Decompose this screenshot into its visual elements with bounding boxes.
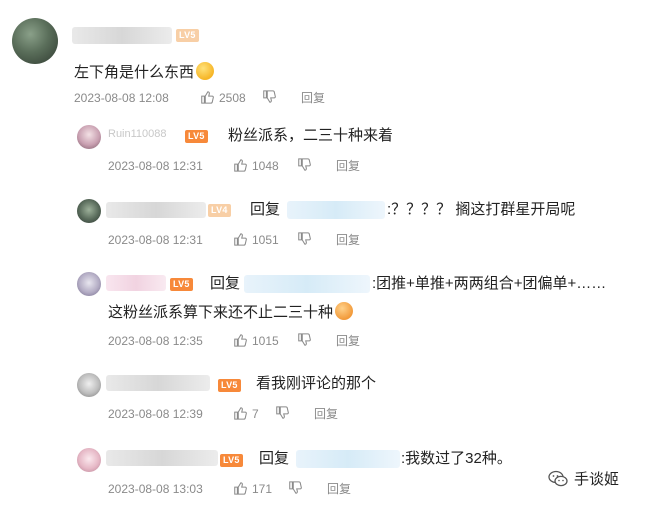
- avatar[interactable]: [77, 125, 101, 149]
- comment-text: :我数过了32种。: [401, 450, 512, 467]
- avatar[interactable]: [77, 272, 101, 296]
- comment-text: 粉丝派系，二三十种来着: [228, 127, 394, 144]
- like-count: 1051: [252, 233, 279, 247]
- reply-prefix: 回复: [250, 201, 281, 218]
- username-redacted[interactable]: [106, 275, 166, 291]
- comment-text: 左下角是什么东西: [74, 62, 215, 83]
- comment-text-line2: 这粉丝派系算下来还不止二三十种: [108, 302, 354, 323]
- thumbs-up-icon[interactable]: [233, 232, 247, 246]
- username-partial[interactable]: Ruin110088: [108, 128, 167, 140]
- comment-text: :？？？？ 搁这打群星开局呢: [387, 201, 576, 218]
- comment-time: 2023-08-08 12:31: [108, 233, 203, 247]
- like-count: 1048: [252, 159, 279, 173]
- like-count: 171: [252, 482, 273, 496]
- like-count: 2508: [219, 91, 246, 105]
- level-badge: LV5: [185, 130, 208, 143]
- reply-button[interactable]: 回复: [336, 158, 360, 174]
- thumbs-up-icon[interactable]: [233, 481, 247, 495]
- thumbs-down-icon[interactable]: [297, 333, 311, 347]
- username-redacted[interactable]: [106, 375, 210, 391]
- level-badge: LV5: [176, 29, 199, 42]
- drooling-face-icon: [335, 302, 354, 320]
- sleepy-face-icon: [196, 62, 215, 80]
- mention-redacted[interactable]: [287, 201, 385, 219]
- watermark: 手谈姬: [548, 468, 619, 489]
- mention-redacted[interactable]: [296, 450, 400, 468]
- thumbs-down-icon[interactable]: [288, 481, 302, 495]
- thumbs-up-icon[interactable]: [233, 158, 247, 172]
- reply-button[interactable]: 回复: [336, 232, 360, 248]
- level-badge: LV5: [170, 278, 193, 291]
- level-badge: LV5: [218, 379, 241, 392]
- username-redacted[interactable]: [106, 450, 218, 466]
- like-count: 1015: [252, 334, 279, 348]
- comment-time: 2023-08-08 12:39: [108, 407, 203, 421]
- thumbs-up-icon[interactable]: [233, 333, 247, 347]
- comment-text-content: 这粉丝派系算下来还不止二三十种: [108, 304, 334, 321]
- comment-text-content: 左下角是什么东西: [74, 64, 195, 81]
- avatar[interactable]: [77, 448, 101, 472]
- thumbs-down-icon[interactable]: [262, 90, 276, 104]
- avatar[interactable]: [77, 373, 101, 397]
- comment-time: 2023-08-08 12:31: [108, 159, 203, 173]
- username-redacted[interactable]: [72, 27, 172, 44]
- mention-redacted[interactable]: [244, 275, 370, 293]
- level-badge: LV4: [208, 204, 231, 217]
- avatar[interactable]: [77, 199, 101, 223]
- level-badge: LV5: [220, 454, 243, 467]
- thumbs-down-icon[interactable]: [297, 232, 311, 246]
- thumbs-up-icon[interactable]: [233, 406, 247, 420]
- thumbs-up-icon[interactable]: [200, 90, 214, 104]
- comment-text: 看我刚评论的那个: [256, 375, 377, 392]
- reply-button[interactable]: 回复: [336, 333, 360, 349]
- comment-time: 2023-08-08 12:08: [74, 91, 169, 105]
- reply-button[interactable]: 回复: [301, 90, 325, 106]
- thumbs-down-icon[interactable]: [275, 406, 289, 420]
- reply-button[interactable]: 回复: [327, 481, 351, 497]
- avatar[interactable]: [12, 18, 58, 64]
- thumbs-down-icon[interactable]: [297, 158, 311, 172]
- reply-prefix: 回复: [259, 450, 290, 467]
- like-count: 7: [252, 407, 259, 421]
- reply-prefix: 回复: [210, 275, 241, 292]
- comment-time: 2023-08-08 13:03: [108, 482, 203, 496]
- wechat-icon: [548, 470, 568, 488]
- comment-text-line1: :团推+单推+两两组合+团偏单+……: [372, 275, 607, 292]
- watermark-text: 手谈姬: [574, 471, 620, 488]
- username-redacted[interactable]: [106, 202, 206, 218]
- comment-time: 2023-08-08 12:35: [108, 334, 203, 348]
- reply-button[interactable]: 回复: [314, 406, 338, 422]
